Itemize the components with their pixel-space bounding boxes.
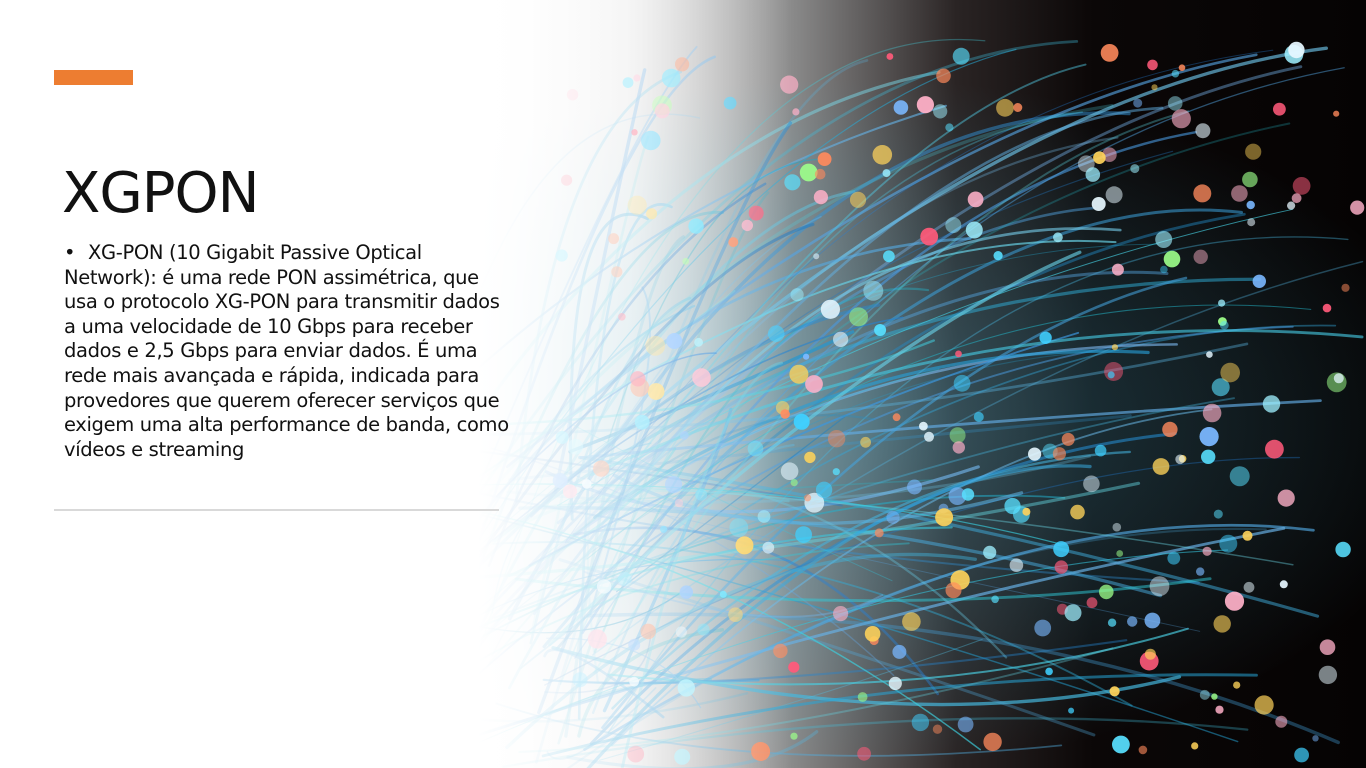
divider <box>54 509 499 511</box>
slide: XGPON • XG-PON (10 Gigabit Passive Optica… <box>0 0 1366 768</box>
accent-bar <box>54 70 133 85</box>
bullet-list: • XG-PON (10 Gigabit Passive Optical Netw… <box>64 241 516 462</box>
bullet-icon: • <box>64 241 76 264</box>
bullet-item: • XG-PON (10 Gigabit Passive Optical Netw… <box>64 241 516 462</box>
slide-title: XGPON <box>62 161 259 226</box>
bullet-text: XG-PON (10 Gigabit Passive Optical Netwo… <box>64 241 509 461</box>
